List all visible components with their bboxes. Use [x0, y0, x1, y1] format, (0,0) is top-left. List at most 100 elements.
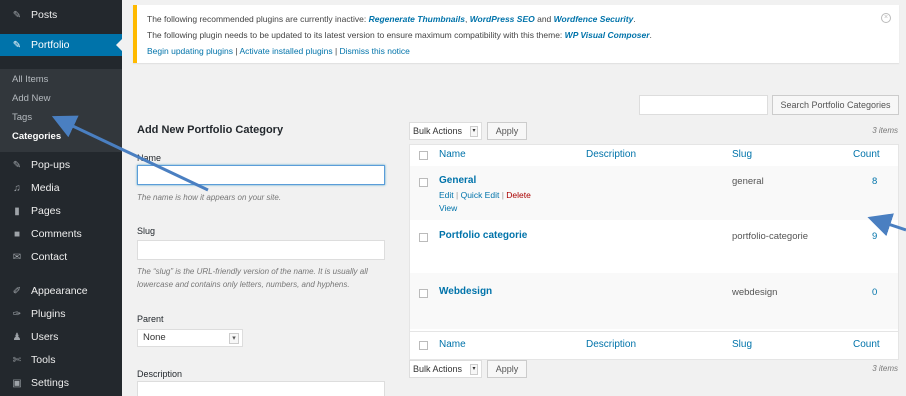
submenu-all-items[interactable]: All Items	[12, 74, 48, 85]
term-name-link[interactable]: General	[439, 175, 476, 186]
term-slug: webdesign	[732, 287, 778, 298]
pin-icon: ✎	[12, 159, 22, 171]
row-checkbox[interactable]	[419, 233, 428, 242]
column-count-header[interactable]: Count	[853, 149, 880, 160]
submenu-categories[interactable]: Categories	[12, 131, 61, 142]
table-footer: Name Description Slug Count	[410, 331, 898, 359]
portfolio-submenu: All Items Add New Tags Categories	[0, 69, 122, 152]
menu-label: Tools	[31, 354, 56, 366]
table-row: Portfolio categorie portfolio-categorie …	[410, 221, 898, 273]
plugin-link-wp-visual-composer[interactable]: WP Visual Composer	[565, 30, 650, 40]
slug-field[interactable]	[137, 240, 385, 260]
pages-icon: ▮	[14, 205, 20, 217]
chevron-down-icon: ▾	[470, 364, 478, 375]
menu-appearance[interactable]: ✐ Appearance	[0, 280, 122, 302]
row-actions: Edit | Quick Edit | Delete	[439, 190, 531, 200]
notice-text: The following plugin needs to be updated…	[147, 30, 565, 40]
column-name-header[interactable]: Name	[439, 149, 466, 160]
apply-button-top[interactable]: Apply	[487, 122, 527, 140]
menu-tools[interactable]: ✄ Tools	[0, 349, 122, 371]
select-all-checkbox-footer[interactable]	[419, 341, 428, 350]
menu-users[interactable]: ♟ Users	[0, 326, 122, 348]
menu-label: Pages	[31, 205, 61, 217]
column-description-header[interactable]: Description	[586, 149, 636, 160]
term-count-link[interactable]: 9	[872, 231, 877, 242]
term-count-link[interactable]: 8	[872, 176, 877, 187]
menu-label: Plugins	[31, 308, 66, 320]
name-field[interactable]	[137, 165, 385, 185]
notice-line-update: The following plugin needs to be updated…	[147, 30, 652, 40]
appearance-icon: ✐	[12, 285, 22, 297]
menu-label: Posts	[31, 9, 58, 21]
menu-portfolio[interactable]: ✎ Portfolio	[0, 34, 122, 56]
bulk-actions-value: Bulk Actions	[413, 126, 463, 136]
activate-plugins-link[interactable]: Activate installed plugins	[239, 46, 332, 56]
submenu-tags[interactable]: Tags	[12, 112, 32, 123]
parent-label: Parent	[137, 314, 164, 324]
notice-text: and	[534, 14, 554, 24]
menu-contact[interactable]: ✉ Contact	[0, 246, 122, 268]
menu-label: Portfolio	[31, 39, 70, 51]
notice-line-inactive: The following recommended plugins are cu…	[147, 14, 636, 24]
term-name-link[interactable]: Webdesign	[439, 286, 492, 297]
slug-label: Slug	[137, 226, 156, 236]
bulk-actions-select-top[interactable]: Bulk Actions ▾	[409, 122, 482, 140]
term-name-link[interactable]: Portfolio categorie	[439, 230, 527, 241]
quick-edit-link[interactable]: Quick Edit	[461, 190, 500, 200]
users-icon: ♟	[12, 331, 22, 343]
plugin-notice: The following recommended plugins are cu…	[133, 5, 899, 63]
comments-icon: ■	[13, 228, 21, 240]
term-count-link[interactable]: 0	[872, 287, 877, 298]
admin-sidebar: ✎ Posts ✎ Portfolio All Items Add New Ta…	[0, 0, 122, 396]
name-label: Name	[137, 153, 162, 163]
plugin-link-regenerate-thumbnails[interactable]: Regenerate Thumbnails	[369, 14, 465, 24]
column-slug-footer[interactable]: Slug	[732, 339, 752, 350]
submenu-add-new[interactable]: Add New	[12, 93, 51, 104]
item-count-bottom: 3 items	[872, 364, 898, 373]
notice-text: .	[633, 14, 636, 24]
select-all-checkbox[interactable]	[419, 151, 428, 160]
apply-button-bottom[interactable]: Apply	[487, 360, 527, 378]
menu-plugins[interactable]: ✑ Plugins	[0, 303, 122, 325]
row-checkbox[interactable]	[419, 289, 428, 298]
column-count-footer[interactable]: Count	[853, 339, 880, 350]
menu-comments[interactable]: ■ Comments	[0, 223, 122, 245]
notice-text: .	[649, 30, 652, 40]
menu-label: Settings	[31, 377, 69, 389]
dismiss-notice-link[interactable]: Dismiss this notice	[340, 46, 410, 56]
view-link[interactable]: View	[439, 203, 457, 213]
column-name-footer[interactable]: Name	[439, 339, 466, 350]
term-slug: portfolio-categorie	[732, 231, 809, 242]
menu-media[interactable]: ♫ Media	[0, 177, 122, 199]
table-row: General Edit | Quick Edit | Delete View …	[410, 166, 898, 220]
name-help: The name is how it appears on your site.	[137, 193, 282, 202]
edit-link[interactable]: Edit	[439, 190, 454, 200]
menu-pages[interactable]: ▮ Pages	[0, 200, 122, 222]
row-checkbox[interactable]	[419, 178, 428, 187]
bulk-actions-value: Bulk Actions	[413, 364, 463, 374]
menu-settings[interactable]: ▣ Settings	[0, 372, 122, 394]
bulk-actions-select-bottom[interactable]: Bulk Actions ▾	[409, 360, 482, 378]
description-field[interactable]	[137, 381, 385, 396]
menu-pop-ups[interactable]: ✎ Pop-ups	[0, 154, 122, 176]
column-slug-header[interactable]: Slug	[732, 149, 752, 160]
menu-label: Pop-ups	[31, 159, 71, 171]
column-description-footer[interactable]: Description	[586, 339, 636, 350]
menu-posts[interactable]: ✎ Posts	[0, 4, 122, 26]
table-header: Name Description Slug Count	[410, 145, 898, 165]
search-categories-button[interactable]: Search Portfolio Categories	[772, 95, 899, 115]
menu-label: Appearance	[31, 285, 88, 297]
parent-select[interactable]: None ▾	[137, 329, 243, 347]
begin-updating-link[interactable]: Begin updating plugins	[147, 46, 233, 56]
description-label: Description	[137, 369, 183, 379]
close-icon[interactable]: ×	[881, 13, 891, 23]
table-row: Webdesign webdesign 0	[410, 273, 898, 329]
search-input[interactable]	[639, 95, 768, 115]
delete-link[interactable]: Delete	[506, 190, 531, 200]
item-count-top: 3 items	[872, 126, 898, 135]
plugin-link-wordpress-seo[interactable]: WordPress SEO	[470, 14, 535, 24]
notice-text: The following recommended plugins are cu…	[147, 14, 369, 24]
slug-help: The “slug” is the URL-friendly version o…	[137, 267, 368, 289]
categories-table: Name Description Slug Count General Edit…	[409, 144, 899, 360]
plugin-link-wordfence[interactable]: Wordfence Security	[554, 14, 634, 24]
